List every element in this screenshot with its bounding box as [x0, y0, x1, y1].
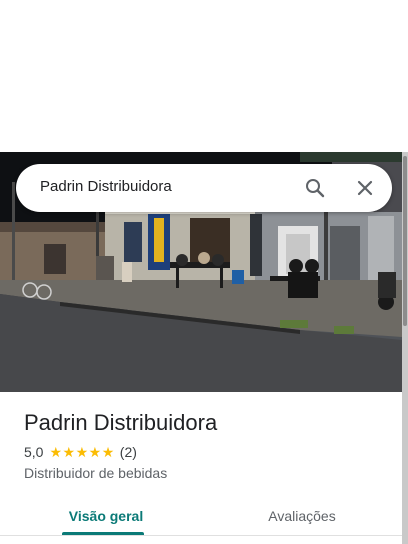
search-icon[interactable]	[303, 176, 327, 200]
tab-bar: Visão geral Avaliações	[0, 496, 402, 544]
review-count[interactable]: (2)	[120, 444, 137, 460]
rating-value: 5,0	[24, 444, 44, 460]
divider	[0, 535, 402, 536]
search-input[interactable]: Padrin Distribuidora	[40, 178, 172, 195]
scrollbar[interactable]	[402, 152, 408, 544]
star-icon: ★	[62, 444, 76, 460]
scrollbar-thumb[interactable]	[403, 156, 407, 326]
place-details-panel: Padrin Distribuidora Padrin Distribuidor…	[0, 0, 408, 544]
star-icon: ★	[49, 444, 63, 460]
star-icon: ★	[75, 444, 89, 460]
tab-reviews[interactable]: Avaliações	[246, 496, 358, 536]
close-icon[interactable]	[353, 176, 377, 200]
place-category[interactable]: Distribuidor de bebidas	[24, 465, 167, 481]
star-icon: ★	[88, 444, 102, 460]
star-icon: ★	[101, 444, 115, 460]
star-rating: ★ ★ ★ ★ ★	[49, 445, 114, 459]
place-title: Padrin Distribuidora	[24, 410, 218, 435]
tab-overview[interactable]: Visão geral	[50, 496, 162, 536]
rating-row[interactable]: 5,0 ★ ★ ★ ★ ★ (2)	[24, 444, 137, 460]
search-bar[interactable]: Padrin Distribuidora	[16, 164, 392, 212]
